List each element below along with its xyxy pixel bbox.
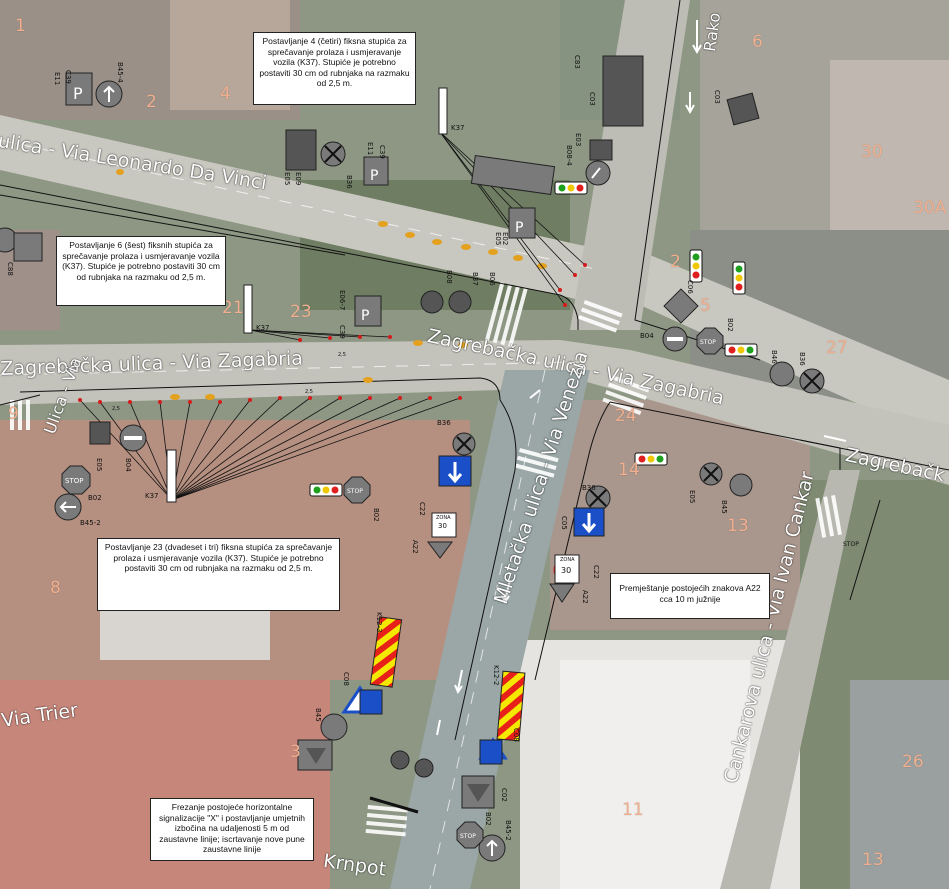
note-milling-markings: Frezanje postojeće horizontalne signaliz… [150, 798, 314, 861]
stop-text-1: STOP [65, 477, 83, 485]
zona-text-2: ZONA [560, 557, 575, 563]
speed-text-1: 30 [438, 522, 447, 530]
label-e05-2: E05 [494, 232, 502, 245]
label-e11-1: E11 [53, 72, 61, 85]
house-number: 23 [290, 302, 312, 322]
label-e06-7: E06-7 [338, 290, 346, 310]
label-a22-1: A22 [411, 540, 419, 554]
label-b45-1: B45 [720, 500, 728, 514]
label-k12-2: K12-2 [492, 665, 500, 685]
label-c83: C83 [573, 55, 581, 69]
label-b04-2: B04 [124, 458, 132, 472]
house-number: 2 [146, 92, 157, 112]
label-b02-2: B02 [88, 494, 102, 502]
label-k37-3: K37 [145, 492, 159, 500]
label-b45-2-2: B45-2 [504, 820, 512, 841]
label-c08-2: C08 [512, 728, 520, 742]
label-b02-4: B02 [484, 812, 492, 826]
house-number: 24 [615, 406, 637, 426]
label-c39-1: C39 [64, 70, 72, 84]
parking-text-4: P [361, 308, 369, 324]
label-b37: B37 [471, 272, 479, 286]
label-b08-4: B08-4 [565, 145, 573, 166]
label-e05-3: E05 [95, 458, 103, 471]
label-b06-1: B06 [488, 272, 496, 286]
parking-text-3: P [515, 220, 523, 236]
note-4-bollards: Postavljanje 4 (četiri) fiksna stupića z… [253, 32, 416, 105]
label-c22-1: C22 [418, 502, 426, 516]
label-c03-1: C03 [588, 92, 596, 106]
label-b04-1: B04 [640, 332, 654, 340]
house-number: 1 [15, 16, 26, 36]
label-c05: C05 [560, 516, 568, 530]
label-b02-3: B02 [372, 508, 380, 522]
house-number: 2 [670, 252, 681, 272]
label-b45-3: B45 [314, 708, 322, 722]
dim-text-1: 2,5 [338, 352, 346, 358]
house-number: 11 [622, 800, 644, 820]
parking-text-2: P [370, 168, 378, 184]
label-e02: E02 [501, 232, 509, 245]
parking-text-1: P [73, 84, 83, 103]
label-c03-2: C03 [713, 90, 721, 104]
label-c08-1: C08 [342, 672, 350, 686]
house-number: 13 [862, 850, 884, 870]
label-b36-2: B36 [798, 352, 806, 366]
house-number: 26 [902, 752, 924, 772]
house-number: 5 [700, 296, 711, 316]
label-b36-3: B36 [437, 419, 451, 427]
label-k37-2: K37 [256, 324, 270, 332]
label-c88: C88 [6, 262, 14, 276]
label-b36-4: B36 [582, 484, 596, 492]
label-c39-3: C39 [338, 325, 346, 339]
label-c02: C02 [500, 788, 508, 802]
house-number: 9 [8, 404, 19, 424]
stop-text-3: STOP [700, 339, 716, 346]
house-number: 3 [290, 742, 301, 762]
label-b45-4: B45-4 [116, 62, 124, 83]
house-number: 27 [826, 338, 848, 358]
note-23-bollards: Postavljanje 23 (dvadeset i tri) fiksna … [97, 538, 340, 611]
label-e09: E09 [294, 172, 302, 185]
house-number: 4 [220, 84, 231, 104]
house-number: 6 [752, 32, 763, 52]
label-b02-1: B02 [726, 318, 734, 332]
label-e03: E03 [574, 133, 582, 146]
note-relocate-a22: Premještanje postojećih znakova A22 cca … [610, 573, 770, 619]
label-b45-2-1: B45-2 [80, 519, 101, 527]
label-b08: B08 [445, 270, 453, 284]
house-number: 30A [913, 198, 947, 218]
label-c39-2: C39 [378, 145, 386, 159]
stop-text-5: STOP [843, 541, 859, 548]
label-e11-2: E11 [366, 142, 374, 155]
label-k37-1: K37 [451, 124, 465, 132]
label-b36-1: B36 [345, 175, 353, 189]
dim-text-2: 2,5 [305, 389, 313, 395]
speed-text-2: 30 [561, 566, 571, 575]
dim-text-3: 2,5 [112, 406, 120, 412]
house-number: 30 [861, 142, 883, 162]
stop-text-2: STOP [347, 488, 363, 495]
zona-text-1: ZONA [436, 515, 451, 521]
label-c22-2: C22 [592, 565, 600, 579]
house-number: 13 [727, 516, 749, 536]
label-e05-1: E05 [283, 172, 291, 185]
stop-text-4: STOP [460, 833, 476, 840]
label-k12-3: K12-3 [375, 612, 383, 632]
house-number: 14 [618, 460, 640, 480]
note-6-bollards: Postavljanje 6 (šest) fiksnih stupića za… [56, 236, 226, 306]
label-a22-2: A22 [581, 590, 589, 604]
house-number: 8 [50, 578, 61, 598]
label-b46-1: B46 [770, 350, 778, 364]
label-e05-4: E05 [688, 490, 696, 503]
map-canvas: K37 K37 K37 C39 E11 B45-4 C39 E11 B36 E0… [0, 0, 949, 889]
